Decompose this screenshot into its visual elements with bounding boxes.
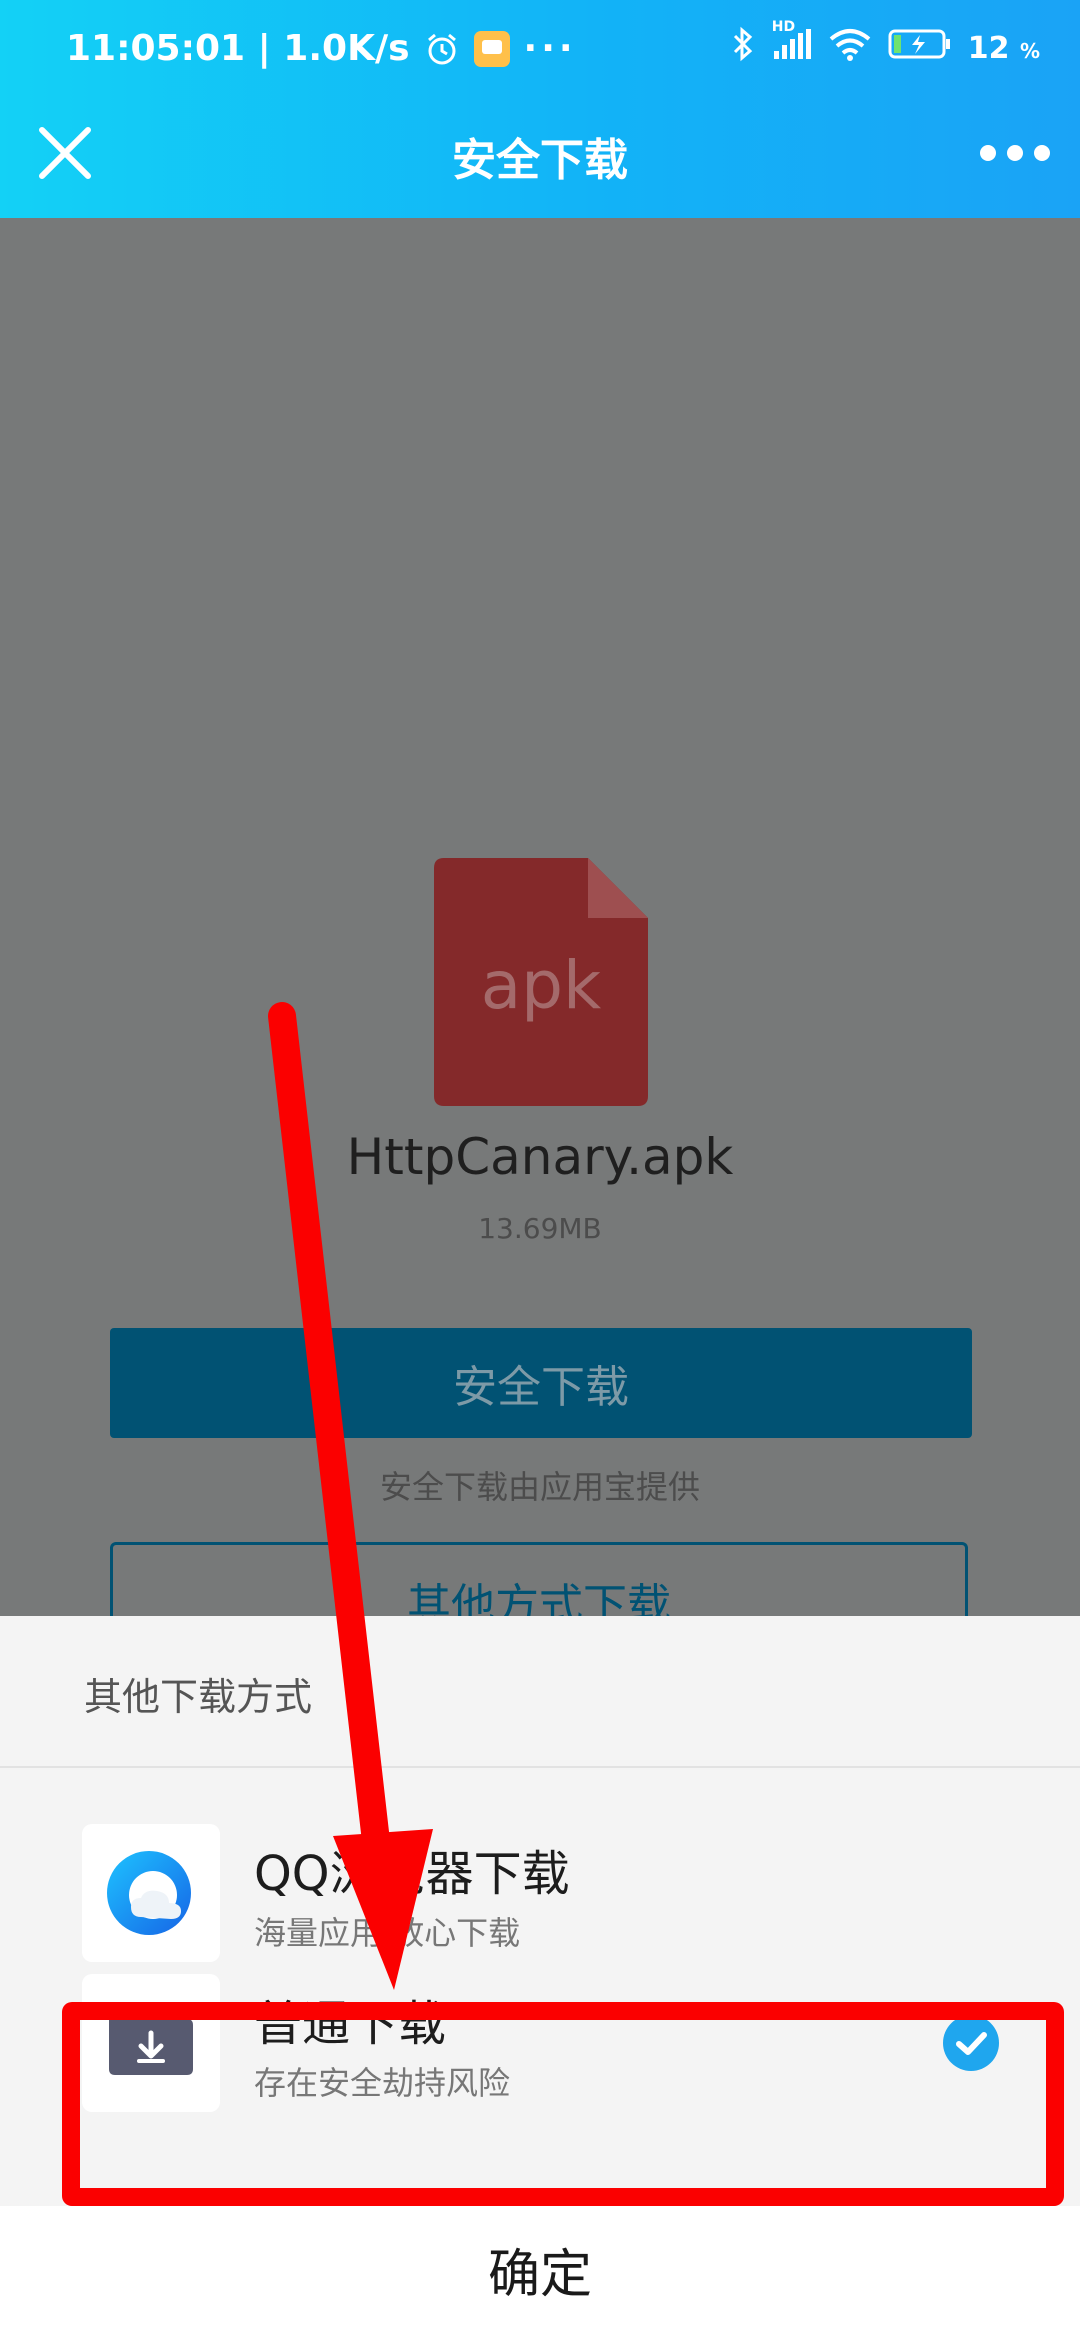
confirm-button[interactable]: 确定: [0, 2232, 1080, 2307]
network-hd-label: HD: [771, 19, 796, 35]
main-content: apk HttpCanary.apk 13.69MB 安全下载 安全下载由应用宝…: [0, 218, 1080, 1652]
signal-icon: HD: [772, 19, 812, 69]
sheet-title: 其他下载方式: [84, 1675, 313, 1719]
provider-note: 安全下载由应用宝提供: [379, 1468, 700, 1506]
qq-browser-icon: [82, 1824, 220, 1962]
status-left: 11:05:01 | 1.0K/s ···: [66, 28, 577, 69]
battery-unit: %: [1019, 38, 1040, 63]
status-bar: 11:05:01 | 1.0K/s ··· HD 12 %: [0, 0, 1080, 100]
more-menu-button[interactable]: [980, 138, 1050, 168]
notification-app-icon: [473, 30, 510, 67]
status-right: HD 12 %: [730, 19, 1040, 70]
apk-file-icon: apk: [434, 858, 648, 1106]
battery-value: 12: [967, 30, 1010, 66]
more-dot-icon: [1007, 145, 1023, 161]
status-time-speed: 11:05:01 | 1.0K/s: [66, 28, 410, 69]
confirm-bar: 确定: [0, 2206, 1080, 2340]
wifi-icon: [828, 27, 872, 69]
sheet-header: 其他下载方式: [0, 1616, 1080, 1768]
alarm-icon: [424, 31, 460, 67]
top-bar: 11:05:01 | 1.0K/s ··· HD 12 % 安全下载: [0, 0, 1080, 218]
nav-bar: 安全下载: [0, 100, 1080, 218]
option-desc: 海量应用 放心下载: [254, 1914, 521, 1952]
option-title: QQ浏览器下载: [254, 1846, 570, 1902]
apk-icon-label: apk: [481, 947, 602, 1024]
file-name: HttpCanary.apk: [346, 1128, 734, 1186]
more-dot-icon: [1034, 145, 1050, 161]
option-qq-browser[interactable]: QQ浏览器下载 海量应用 放心下载: [0, 1824, 1080, 1964]
battery-percentage: 12 %: [968, 31, 1040, 66]
safe-download-button[interactable]: 安全下载: [110, 1328, 972, 1438]
battery-icon: [888, 27, 952, 69]
page-title: 安全下载: [452, 135, 628, 186]
more-dot-icon: [980, 145, 996, 161]
annotation-highlight-box: [62, 2002, 1064, 2206]
file-size: 13.69MB: [478, 1212, 602, 1245]
bluetooth-icon: [730, 26, 756, 70]
more-notifications-icon: ···: [523, 28, 577, 69]
